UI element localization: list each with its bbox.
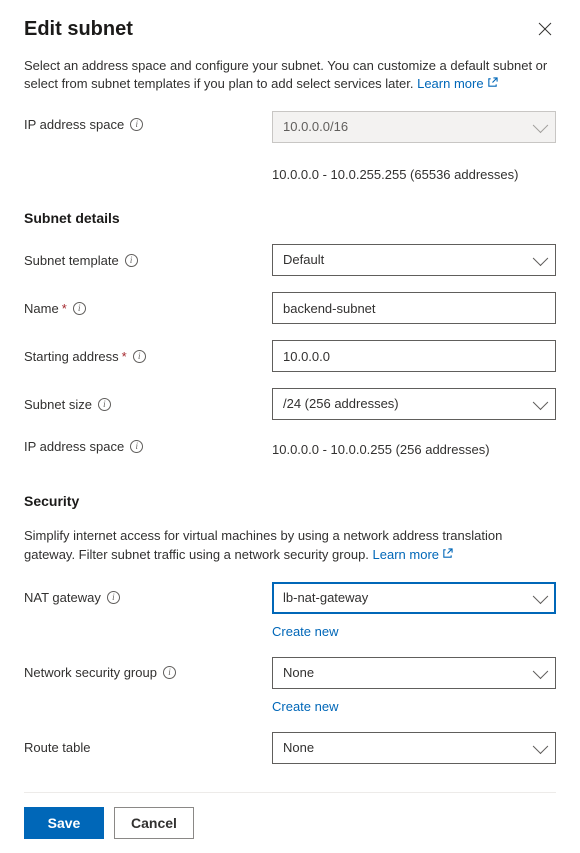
security-learn-more-link[interactable]: Learn more bbox=[373, 547, 439, 562]
external-link-icon bbox=[487, 77, 498, 88]
ip-space-helper: 10.0.0.0 - 10.0.255.255 (65536 addresses… bbox=[272, 163, 518, 182]
nsg-create-new[interactable]: Create new bbox=[272, 695, 338, 714]
starting-address-input[interactable] bbox=[272, 340, 556, 372]
required-indicator: * bbox=[62, 301, 67, 316]
subnet-size-select[interactable]: /24 (256 addresses) bbox=[272, 388, 556, 420]
info-icon[interactable]: i bbox=[125, 254, 138, 267]
subnet-template-select[interactable]: Default bbox=[272, 244, 556, 276]
info-icon[interactable]: i bbox=[130, 118, 143, 131]
ip-space-label: IP address space bbox=[24, 117, 124, 132]
route-table-select[interactable]: None bbox=[272, 732, 556, 764]
info-icon[interactable]: i bbox=[163, 666, 176, 679]
info-icon[interactable]: i bbox=[98, 398, 111, 411]
nat-gateway-create-new[interactable]: Create new bbox=[272, 620, 338, 639]
ip-range-label: IP address space bbox=[24, 439, 124, 454]
ip-range-value: 10.0.0.0 - 10.0.0.255 (256 addresses) bbox=[272, 436, 556, 457]
info-icon[interactable]: i bbox=[130, 440, 143, 453]
save-button[interactable]: Save bbox=[24, 807, 104, 839]
page-title: Edit subnet bbox=[24, 18, 133, 41]
nsg-select[interactable]: None bbox=[272, 657, 556, 689]
nat-gateway-select[interactable]: lb-nat-gateway bbox=[272, 582, 556, 614]
route-table-label: Route table bbox=[24, 740, 91, 755]
subnet-name-label: Name bbox=[24, 301, 59, 316]
nsg-label: Network security group bbox=[24, 665, 157, 680]
intro-text: Select an address space and configure yo… bbox=[24, 57, 556, 93]
required-indicator: * bbox=[122, 349, 127, 364]
subnet-template-label: Subnet template bbox=[24, 253, 119, 268]
info-icon[interactable]: i bbox=[73, 302, 86, 315]
external-link-icon bbox=[442, 548, 453, 559]
info-icon[interactable]: i bbox=[133, 350, 146, 363]
close-button[interactable] bbox=[534, 18, 556, 40]
cancel-button[interactable]: Cancel bbox=[114, 807, 194, 839]
subnet-details-heading: Subnet details bbox=[24, 210, 556, 226]
info-icon[interactable]: i bbox=[107, 591, 120, 604]
subnet-size-label: Subnet size bbox=[24, 397, 92, 412]
starting-address-label: Starting address bbox=[24, 349, 119, 364]
ip-space-select[interactable]: 10.0.0.0/16 bbox=[272, 111, 556, 143]
security-heading: Security bbox=[24, 493, 556, 509]
learn-more-link[interactable]: Learn more bbox=[417, 76, 483, 91]
close-icon bbox=[538, 22, 552, 36]
security-intro: Simplify internet access for virtual mac… bbox=[24, 527, 556, 563]
nat-gateway-label: NAT gateway bbox=[24, 590, 101, 605]
subnet-name-input[interactable] bbox=[272, 292, 556, 324]
